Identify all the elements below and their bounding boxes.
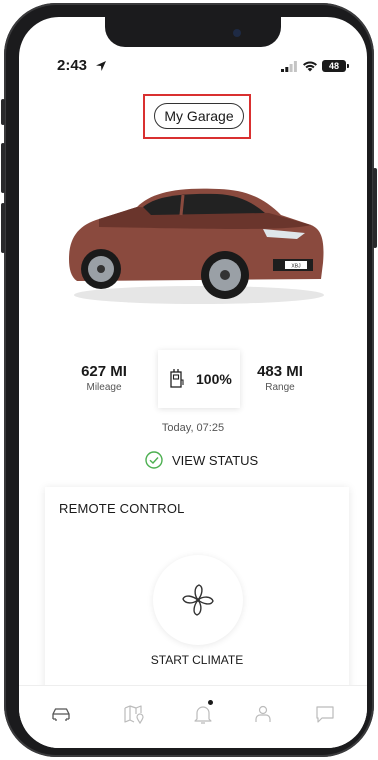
fan-icon (182, 584, 214, 616)
power-button (373, 168, 377, 248)
camera (233, 29, 241, 37)
bottom-tab-bar (19, 685, 367, 748)
chat-icon (316, 706, 334, 723)
volume-up-button (1, 143, 5, 193)
notch (105, 17, 281, 47)
remote-control-card: REMOTE CONTROL START CLIMATE (45, 487, 349, 707)
tab-notifications[interactable] (191, 702, 215, 726)
remote-control-title: REMOTE CONTROL (59, 501, 185, 516)
tab-map[interactable] (122, 702, 146, 726)
mileage-value: 627 MI (81, 363, 127, 380)
range-value: 483 MI (257, 363, 303, 380)
tab-profile[interactable] (251, 702, 275, 726)
map-icon (124, 705, 144, 725)
mileage-label: Mileage (86, 382, 122, 393)
cellular-signal-icon (281, 61, 297, 72)
charge-card[interactable]: 100% (158, 350, 240, 408)
mileage-stat: 627 MI Mileage (69, 363, 139, 393)
car-icon (52, 708, 70, 721)
volume-down-button (1, 203, 5, 253)
profile-icon (255, 705, 271, 722)
view-status-label: VIEW STATUS (172, 453, 259, 468)
wifi-icon (303, 61, 317, 72)
tab-messages[interactable] (313, 702, 337, 726)
start-climate-button[interactable] (153, 555, 243, 645)
range-label: Range (265, 382, 295, 393)
license-plate: XBJ (291, 264, 301, 270)
tab-vehicle[interactable] (49, 702, 73, 726)
my-garage-button[interactable]: My Garage (154, 103, 244, 129)
range-stat: 483 MI Range (245, 363, 315, 393)
start-climate-label: START CLIMATE (150, 653, 244, 667)
charge-value: 100% (196, 371, 232, 387)
screen: 2:43 48 My Garage XBJ 627 MI Mileage 100… (19, 17, 367, 748)
status-bar: 2:43 48 (19, 57, 367, 77)
phone-frame: 2:43 48 My Garage XBJ 627 MI Mileage 100… (1, 3, 377, 757)
last-updated-text: Today, 07:25 (161, 422, 225, 434)
status-time: 2:43 (57, 57, 88, 74)
ev-charger-icon (170, 369, 184, 388)
car-image: XBJ (69, 188, 324, 304)
check-circle-icon (145, 451, 163, 469)
mute-switch (1, 99, 5, 125)
location-arrow-icon (96, 61, 106, 71)
bell-icon (194, 706, 212, 724)
battery-indicator: 48 (322, 60, 349, 72)
